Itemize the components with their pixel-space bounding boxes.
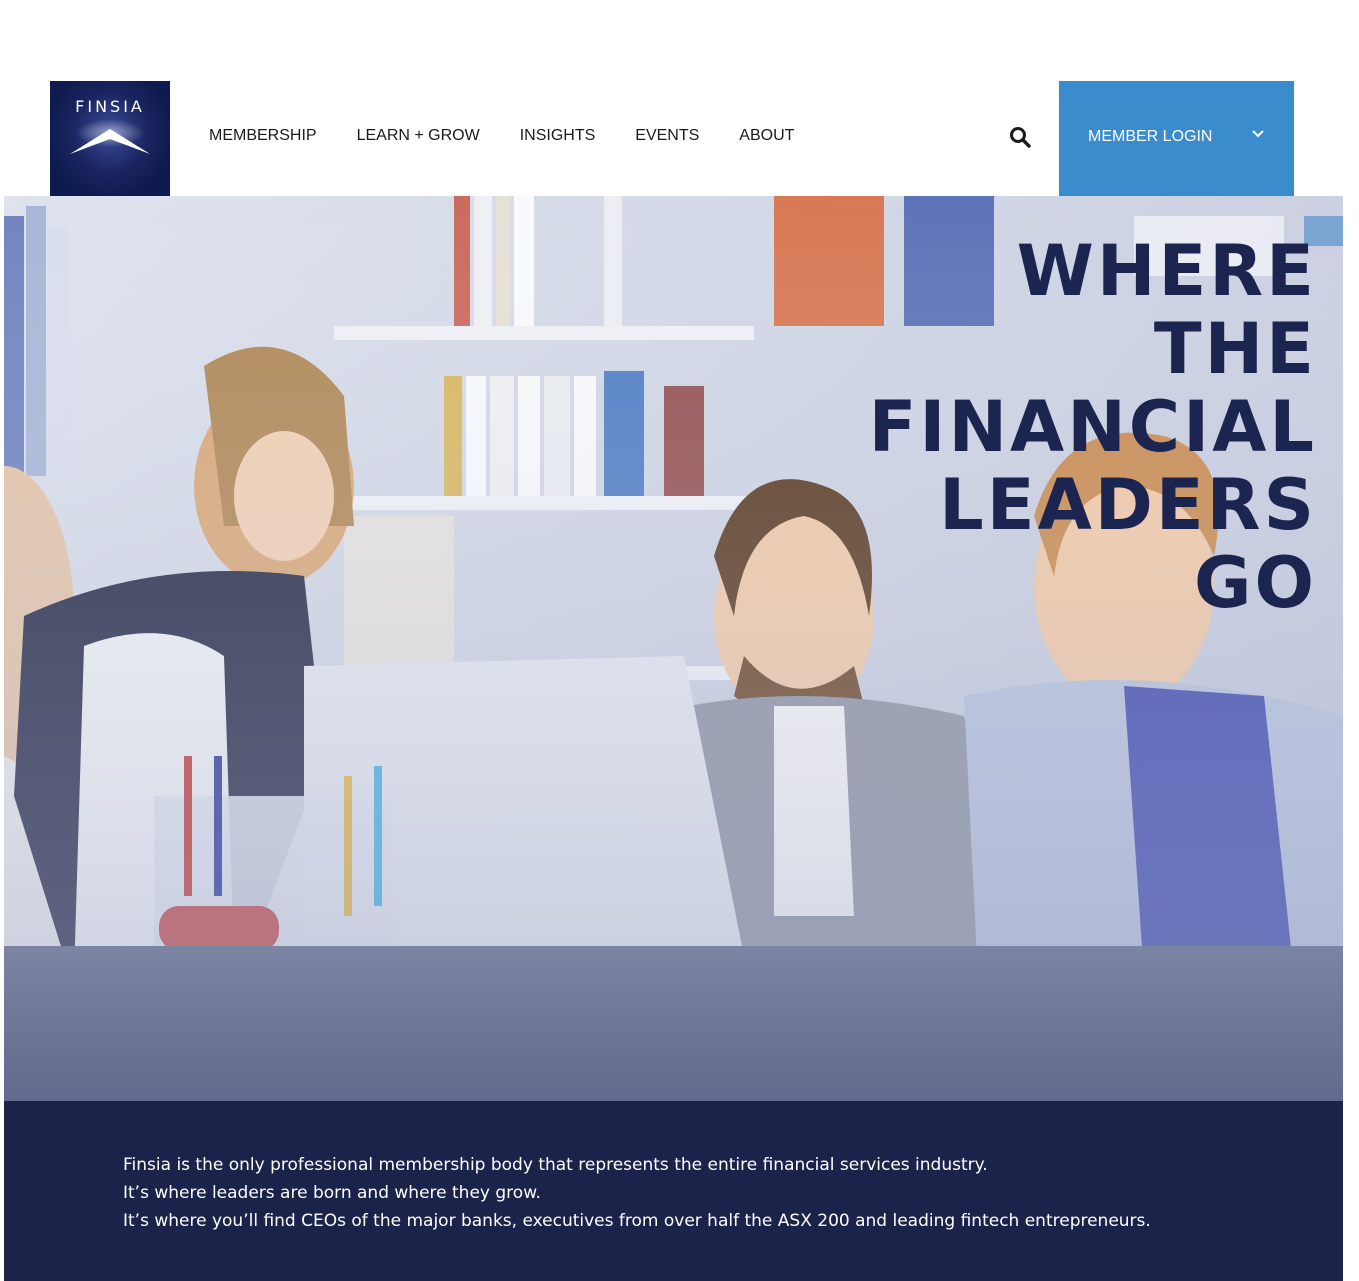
member-login-button[interactable]: MEMBER LOGIN [1059,81,1294,196]
site-header: FINSIA MEMBERSHIP LEARN + GROW INSIGHTS … [0,0,1359,196]
hero-banner: WHERE THE FINANCIAL LEADERS GO [4,196,1343,1101]
headline-line: LEADERS [939,464,1317,546]
search-button[interactable] [1008,125,1032,149]
member-login-label: MEMBER LOGIN [1088,128,1213,145]
chevron-down-icon [1252,130,1264,138]
nav-item-insights[interactable]: INSIGHTS [520,126,596,146]
headline-line: GO [1194,542,1317,624]
about-line: It’s where you’ll find CEOs of the major… [123,1211,1151,1231]
about-intro-section: Finsia is the only professional membersh… [4,1101,1343,1281]
nav-item-about[interactable]: ABOUT [739,126,794,146]
about-line: Finsia is the only professional membersh… [123,1155,988,1175]
headline-line: FINANCIAL [868,386,1317,468]
nav-item-events[interactable]: EVENTS [635,126,699,146]
finsia-logo[interactable]: FINSIA [50,81,170,196]
nav-item-learn-grow[interactable]: LEARN + GROW [357,126,480,146]
headline-line: WHERE [1016,230,1317,312]
logo-wordmark: FINSIA [75,97,145,116]
about-line: It’s where leaders are born and where th… [123,1183,541,1203]
hero-headline: WHERE THE FINANCIAL LEADERS GO [757,232,1317,622]
nav-item-membership[interactable]: MEMBERSHIP [209,126,317,146]
main-nav: MEMBERSHIP LEARN + GROW INSIGHTS EVENTS … [209,126,834,146]
finsia-arrow-logo-icon [70,119,150,154]
headline-line: THE [1153,308,1317,390]
about-intro-text: Finsia is the only professional membersh… [123,1151,1151,1235]
search-icon [1010,127,1031,148]
